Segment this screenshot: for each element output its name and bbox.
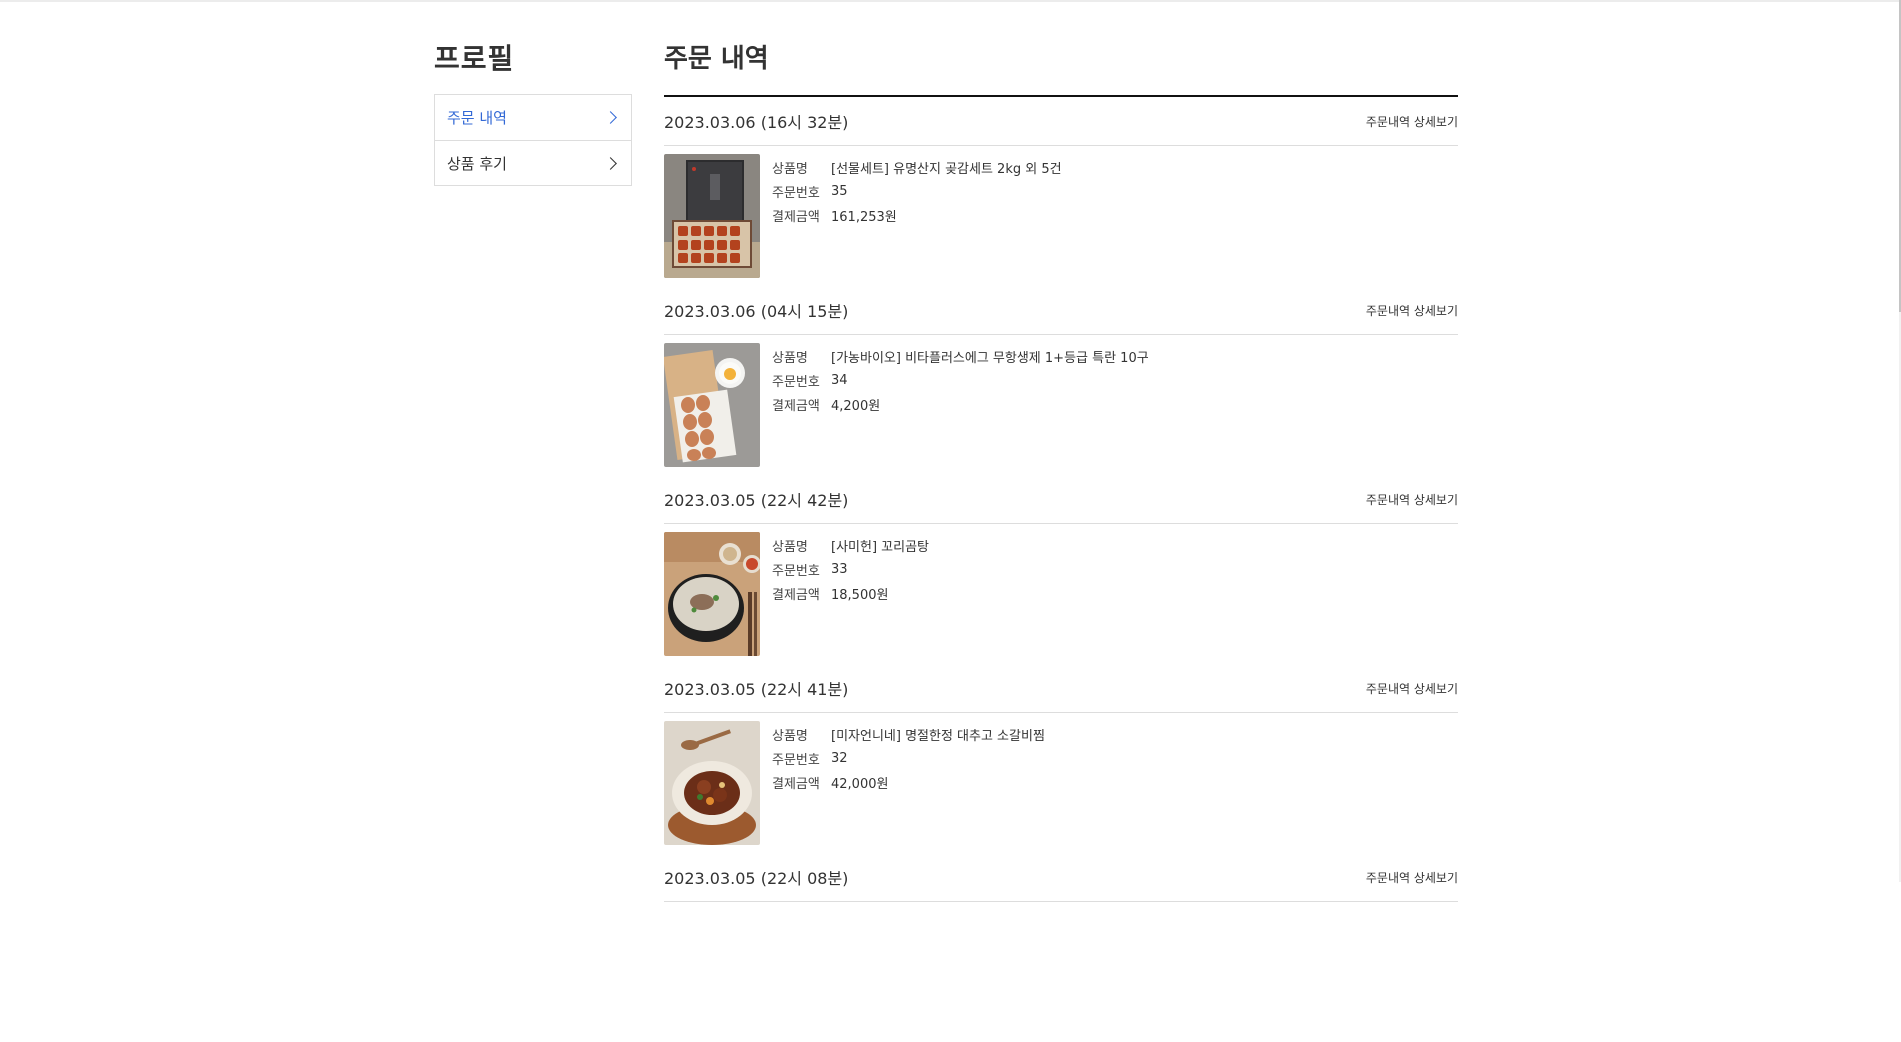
payment-amount-label: 결제금액 [772, 398, 820, 414]
order-number-row: 주문번호 32 [772, 746, 1045, 770]
payment-amount-row: 결제금액 42,000원 [772, 770, 1045, 794]
profile-menu: 주문 내역 상품 후기 [434, 94, 632, 186]
order-detail-link[interactable]: 주문내역 상세보기 [1366, 113, 1458, 130]
order-detail-link[interactable]: 주문내역 상세보기 [1366, 302, 1458, 319]
menu-item-product-reviews[interactable]: 상품 후기 [435, 140, 631, 185]
order-detail-link[interactable]: 주문내역 상세보기 [1366, 491, 1458, 508]
payment-amount: 161,253원 [831, 209, 897, 225]
order-header: 2023.03.06 (16시 32분) 주문내역 상세보기 [664, 97, 1458, 146]
order-info: 상품명 [선물세트] 유명산지 곶감세트 2kg 외 5건 주문번호 35 결제… [772, 154, 1062, 278]
product-name-label: 상품명 [772, 728, 808, 744]
order-number-label: 주문번호 [772, 752, 820, 768]
order-card: 2023.03.06 (04시 15분) 주문내역 상세보기 상품명 [가농바이… [664, 286, 1458, 475]
payment-amount-label: 결제금액 [772, 776, 820, 792]
product-name-row: 상품명 [선물세트] 유명산지 곶감세트 2kg 외 5건 [772, 155, 1062, 179]
product-name: [사미헌] 꼬리곰탕 [831, 539, 929, 555]
profile-sidebar: 프로필 주문 내역 상품 후기 [434, 39, 632, 186]
order-detail-link[interactable]: 주문내역 상세보기 [1366, 680, 1458, 697]
product-thumbnail[interactable] [664, 154, 760, 278]
payment-amount-row: 결제금액 4,200원 [772, 392, 1149, 416]
persimmon-gift-box-image [664, 154, 760, 278]
order-info: 상품명 [미자언니네] 명절한정 대추고 소갈비찜 주문번호 32 결제금액 4… [772, 721, 1045, 845]
order-number: 35 [831, 183, 848, 199]
product-name-label: 상품명 [772, 539, 808, 555]
order-history-section: 주문 내역 2023.03.06 (16시 32분) 주문내역 상세보기 상품명… [664, 39, 1458, 1042]
product-thumbnail[interactable] [664, 343, 760, 467]
order-number-label: 주문번호 [772, 185, 820, 201]
order-card: 2023.03.05 (22시 08분) 주문내역 상세보기 [664, 853, 1458, 1042]
order-number-label: 주문번호 [772, 563, 820, 579]
order-info: 상품명 [사미헌] 꼬리곰탕 주문번호 33 결제금액 18,500원 [772, 532, 929, 656]
order-header: 2023.03.05 (22시 42분) 주문내역 상세보기 [664, 475, 1458, 524]
chevron-right-icon [604, 156, 617, 170]
payment-amount: 4,200원 [831, 398, 881, 414]
product-name-row: 상품명 [미자언니네] 명절한정 대추고 소갈비찜 [772, 722, 1045, 746]
order-number: 32 [831, 750, 848, 766]
menu-item-label: 주문 내역 [447, 109, 507, 127]
order-number: 34 [831, 372, 848, 388]
menu-item-order-history[interactable]: 주문 내역 [435, 95, 631, 140]
product-name-row: 상품명 [사미헌] 꼬리곰탕 [772, 533, 929, 557]
order-body: 상품명 [가농바이오] 비타플러스에그 무항생제 1+등급 특란 10구 주문번… [664, 335, 1458, 467]
product-name-label: 상품명 [772, 161, 808, 177]
product-name: [선물세트] 유명산지 곶감세트 2kg 외 5건 [831, 161, 1062, 177]
order-header: 2023.03.06 (04시 15분) 주문내역 상세보기 [664, 286, 1458, 335]
menu-item-label: 상품 후기 [447, 154, 507, 173]
order-number-label: 주문번호 [772, 374, 820, 390]
order-card: 2023.03.06 (16시 32분) 주문내역 상세보기 상품명 [선물세트… [664, 97, 1458, 286]
order-body: 상품명 [미자언니네] 명절한정 대추고 소갈비찜 주문번호 32 결제금액 4… [664, 713, 1458, 845]
order-date: 2023.03.05 (22시 08분) [664, 869, 849, 888]
order-date: 2023.03.05 (22시 41분) [664, 680, 849, 699]
chevron-right-icon [604, 111, 617, 124]
order-date: 2023.03.06 (16시 32분) [664, 113, 849, 132]
order-number-row: 주문번호 33 [772, 557, 929, 581]
page-title: 주문 내역 [664, 44, 769, 74]
order-header: 2023.03.05 (22시 41분) 주문내역 상세보기 [664, 664, 1458, 713]
payment-amount-label: 결제금액 [772, 209, 820, 225]
product-name-row: 상품명 [가농바이오] 비타플러스에그 무항생제 1+등급 특란 10구 [772, 344, 1149, 368]
order-body: 상품명 [사미헌] 꼬리곰탕 주문번호 33 결제금액 18,500원 [664, 524, 1458, 656]
order-card: 2023.03.05 (22시 42분) 주문내역 상세보기 상품명 [사미헌]… [664, 475, 1458, 664]
order-body: 상품명 [선물세트] 유명산지 곶감세트 2kg 외 5건 주문번호 35 결제… [664, 146, 1458, 278]
payment-amount: 42,000원 [831, 776, 889, 792]
sidebar-title: 프로필 [434, 42, 515, 75]
payment-amount-row: 결제금액 161,253원 [772, 203, 1062, 227]
order-number: 33 [831, 561, 848, 577]
order-detail-link[interactable]: 주문내역 상세보기 [1366, 869, 1458, 886]
product-thumbnail[interactable] [664, 721, 760, 845]
order-date: 2023.03.06 (04시 15분) [664, 302, 849, 321]
order-header: 2023.03.05 (22시 08분) 주문내역 상세보기 [664, 853, 1458, 902]
payment-amount-label: 결제금액 [772, 587, 820, 603]
order-card: 2023.03.05 (22시 41분) 주문내역 상세보기 상품명 [미자언니… [664, 664, 1458, 853]
order-info: 상품명 [가농바이오] 비타플러스에그 무항생제 1+등급 특란 10구 주문번… [772, 343, 1149, 467]
product-name-label: 상품명 [772, 350, 808, 366]
payment-amount-row: 결제금액 18,500원 [772, 581, 929, 605]
oxtail-soup-image [664, 532, 760, 656]
order-number-row: 주문번호 35 [772, 179, 1062, 203]
eggs-tray-image [664, 343, 760, 467]
product-name: [미자언니네] 명절한정 대추고 소갈비찜 [831, 728, 1045, 744]
order-number-row: 주문번호 34 [772, 368, 1149, 392]
order-date: 2023.03.05 (22시 42분) [664, 491, 849, 510]
product-thumbnail[interactable] [664, 532, 760, 656]
braised-short-ribs-image [664, 721, 760, 845]
payment-amount: 18,500원 [831, 587, 889, 603]
top-border [0, 0, 1901, 2]
product-name: [가농바이오] 비타플러스에그 무항생제 1+등급 특란 10구 [831, 350, 1149, 366]
